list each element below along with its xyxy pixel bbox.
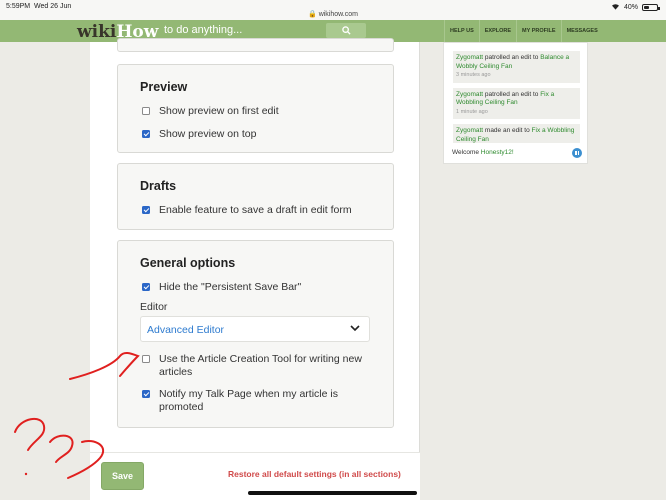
- annotation-question-mark-1: [14, 417, 46, 451]
- general-options-section: General options Hide the "Persistent Sav…: [117, 240, 394, 428]
- preview-section: Preview Show preview on first edit Show …: [117, 64, 394, 153]
- annotation-dot: [24, 472, 28, 476]
- address-bar-url[interactable]: 🔒 wikihow.com: [0, 10, 666, 18]
- option-persistent-save-bar[interactable]: Hide the "Persistent Save Bar": [142, 281, 382, 294]
- status-indicators: 40%: [611, 3, 660, 12]
- checkbox[interactable]: [142, 107, 150, 115]
- option-preview-first-edit[interactable]: Show preview on first edit: [142, 105, 382, 118]
- section-title: Drafts: [140, 179, 177, 193]
- editor-select[interactable]: Advanced Editor: [140, 316, 370, 342]
- nav-messages[interactable]: MESSAGES: [560, 20, 603, 42]
- option-article-creation-tool[interactable]: Use the Article Creation Tool for writin…: [142, 353, 382, 378]
- status-time: 5:59PM Wed 26 Jun: [6, 3, 72, 10]
- battery-icon: [642, 4, 660, 11]
- nav-my-profile[interactable]: MY PROFILE: [516, 20, 561, 42]
- feed-item: Zygomatt patrolled an edit to Fix a Wobb…: [453, 87, 580, 119]
- wifi-icon: [611, 3, 620, 12]
- preferences-panel: Preview Show preview on first edit Show …: [90, 38, 420, 500]
- option-notify-talk-page[interactable]: Notify my Talk Page when my article is p…: [142, 388, 382, 413]
- restore-defaults-link[interactable]: Restore all default settings (in all sec…: [228, 469, 401, 479]
- previous-section-card: [117, 38, 394, 52]
- section-title: General options: [140, 256, 236, 270]
- drafts-section: Drafts Enable feature to save a draft in…: [117, 163, 394, 230]
- option-preview-on-top[interactable]: Show preview on top: [142, 128, 382, 141]
- nav-help-us[interactable]: HELP US: [444, 20, 479, 42]
- welcome-message: Welcome Honesty12!: [452, 149, 514, 156]
- feed-item: Zygomatt patrolled an edit to Balance a …: [453, 51, 580, 83]
- pause-icon[interactable]: [572, 148, 582, 158]
- option-save-draft[interactable]: Enable feature to save a draft in edit f…: [142, 204, 382, 217]
- section-title: Preview: [140, 80, 188, 94]
- checkbox[interactable]: [142, 206, 150, 214]
- checkbox[interactable]: [142, 390, 150, 398]
- chevron-down-icon: [350, 325, 360, 332]
- recent-changes-widget: Zygomatt patrolled an edit to Balance a …: [443, 42, 588, 164]
- status-bar: 5:59PM Wed 26 Jun 🔒 wikihow.com 40%: [0, 0, 666, 20]
- activity-feed: Zygomatt patrolled an edit to Balance a …: [453, 51, 580, 143]
- battery-percent: 40%: [623, 4, 638, 11]
- checkbox[interactable]: [142, 283, 150, 291]
- search-button[interactable]: [326, 23, 366, 38]
- search-icon: [341, 26, 351, 35]
- checkbox[interactable]: [142, 130, 150, 138]
- save-button[interactable]: Save: [101, 462, 144, 490]
- annotation-question-mark-2: [49, 434, 74, 463]
- editor-label: Editor: [140, 301, 168, 313]
- username-link[interactable]: Honesty12!: [481, 149, 514, 156]
- checkbox[interactable]: [142, 355, 150, 363]
- feed-item: Zygomatt made an edit to Fix a Wobbling …: [453, 124, 580, 143]
- home-indicator: [248, 491, 417, 495]
- search-input[interactable]: to do anything...: [160, 23, 318, 39]
- lock-icon: 🔒: [308, 11, 317, 18]
- nav-explore[interactable]: EXPLORE: [478, 20, 516, 42]
- top-nav: HELP US EXPLORE MY PROFILE MESSAGES: [444, 20, 603, 42]
